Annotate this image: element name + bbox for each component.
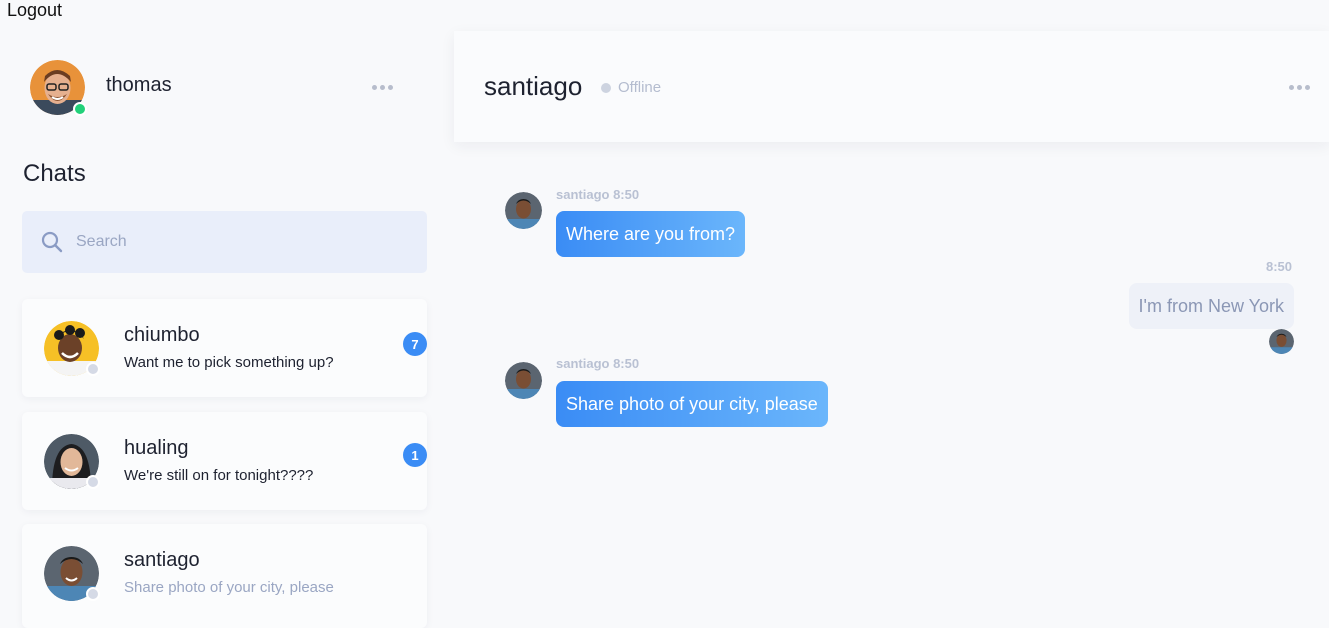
avatar <box>44 434 100 489</box>
online-status-dot <box>73 102 87 116</box>
user-menu-icon[interactable] <box>372 85 393 90</box>
chat-last-message: Want me to pick something up? <box>124 354 334 371</box>
offline-status-dot <box>86 362 100 376</box>
sender-avatar-icon <box>505 192 542 229</box>
message-meta: santiago 8:50 <box>556 187 640 202</box>
chat-item-chiumbo[interactable]: chiumbo Want me to pick something up? 7 <box>22 299 427 397</box>
message-meta: 8:50 <box>1266 259 1293 274</box>
my-avatar[interactable] <box>30 60 87 116</box>
incoming-message-bubble: Where are you from? <box>556 211 746 257</box>
search-icon <box>41 231 63 253</box>
search-box[interactable] <box>22 211 427 273</box>
avatar <box>44 546 100 601</box>
avatar <box>44 321 100 376</box>
incoming-message-bubble: Share photo of your city, please <box>556 381 828 427</box>
sender-avatar-icon <box>505 362 542 399</box>
contact-status: Offline <box>601 79 661 96</box>
unread-count-badge: 1 <box>403 443 427 467</box>
chat-item-hualing[interactable]: hualing We're still on for tonight???? 1 <box>22 412 427 510</box>
offline-status-dot <box>86 587 100 601</box>
chat-item-santiago[interactable]: santiago Share photo of your city, pleas… <box>22 524 427 628</box>
contact-status-label: Offline <box>618 79 662 96</box>
unread-count-badge: 7 <box>403 332 427 356</box>
chat-last-message: We're still on for tonight???? <box>124 467 314 484</box>
offline-status-dot <box>86 475 100 489</box>
chat-last-message: Share photo of your city, please <box>124 579 334 596</box>
recipient-avatar-icon <box>1269 329 1294 354</box>
chat-contact-name: hualing <box>124 437 189 459</box>
chat-contact-name: santiago <box>124 549 200 571</box>
message-meta: santiago 8:50 <box>556 356 640 371</box>
conversation-header: santiago Offline <box>454 31 1329 142</box>
logout-link[interactable]: Logout <box>7 0 62 21</box>
conversation-contact-name: santiago <box>484 71 583 101</box>
conversation-menu-icon[interactable] <box>1289 85 1310 90</box>
search-input[interactable] <box>76 233 396 251</box>
chat-contact-name: chiumbo <box>124 324 200 346</box>
outgoing-message-bubble: I'm from New York <box>1128 283 1294 329</box>
offline-status-dot <box>601 82 611 93</box>
current-user-name: thomas <box>106 74 172 96</box>
chats-heading: Chats <box>23 160 86 187</box>
